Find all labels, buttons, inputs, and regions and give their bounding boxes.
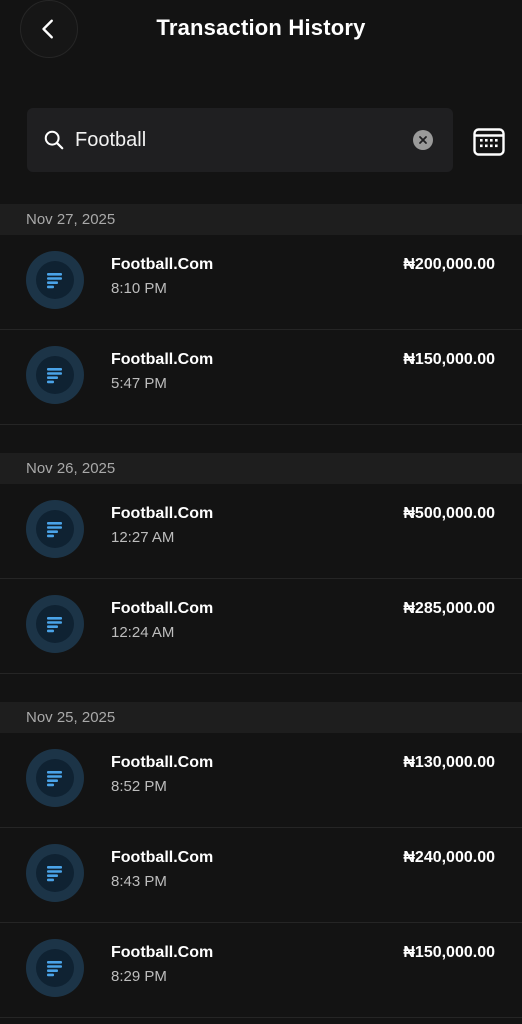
transaction-amount: ₦240,000.00 — [403, 849, 495, 866]
transaction-icon-badge — [26, 251, 84, 309]
transaction-icon-badge — [26, 844, 84, 902]
clear-search-button[interactable] — [413, 130, 433, 150]
date-header: Nov 25, 2025 — [0, 702, 522, 733]
transaction-amount: ₦200,000.00 — [403, 256, 495, 273]
transaction-row[interactable]: Football.Com 8:29 PM ₦150,000.00 — [0, 923, 522, 1018]
transaction-amount: ₦285,000.00 — [403, 600, 495, 617]
document-lines-icon — [46, 271, 64, 289]
transaction-row[interactable]: Football.Com 12:27 AM ₦500,000.00 — [0, 484, 522, 579]
transaction-name: Football.Com — [111, 849, 214, 866]
transaction-time: 8:52 PM — [111, 778, 167, 795]
date-header: Nov 26, 2025 — [0, 453, 522, 484]
search-input[interactable]: Football — [27, 108, 453, 172]
document-lines-icon — [46, 520, 64, 538]
transaction-name: Football.Com — [111, 754, 214, 771]
transaction-time: 12:24 AM — [111, 624, 175, 641]
document-lines-icon — [46, 366, 64, 384]
transaction-amount: ₦130,000.00 — [403, 754, 495, 771]
transaction-amount: ₦150,000.00 — [403, 351, 495, 368]
calendar-icon — [473, 126, 505, 156]
transaction-history-screen: Transaction History Football Nov 27, 202… — [0, 0, 522, 1024]
transaction-time: 8:29 PM — [111, 968, 167, 985]
transaction-time: 8:43 PM — [111, 873, 167, 890]
transaction-row[interactable]: Football.Com 5:47 PM ₦150,000.00 — [0, 330, 522, 425]
search-row: Football — [27, 108, 522, 172]
transaction-time: 5:47 PM — [111, 375, 167, 392]
transaction-row[interactable]: Football.Com 8:43 PM ₦240,000.00 — [0, 828, 522, 923]
document-lines-icon — [46, 769, 64, 787]
transaction-icon-badge — [26, 749, 84, 807]
transaction-name: Football.Com — [111, 256, 214, 273]
transaction-name: Football.Com — [111, 505, 214, 522]
transaction-row[interactable]: Football.Com 12:24 AM ₦285,000.00 — [0, 579, 522, 674]
transaction-row[interactable]: Football.Com 8:52 PM ₦130,000.00 — [0, 733, 522, 828]
transaction-icon-badge — [26, 346, 84, 404]
transaction-name: Football.Com — [111, 944, 214, 961]
transaction-amount: ₦500,000.00 — [403, 505, 495, 522]
transaction-icon-badge — [26, 500, 84, 558]
transaction-name: Football.Com — [111, 600, 214, 617]
date-header: Nov 27, 2025 — [0, 204, 522, 235]
transaction-name: Football.Com — [111, 351, 214, 368]
clear-icon — [418, 135, 428, 145]
transaction-amount: ₦150,000.00 — [403, 944, 495, 961]
page-title: Transaction History — [156, 15, 366, 40]
document-lines-icon — [46, 959, 64, 977]
transaction-time: 12:27 AM — [111, 529, 175, 546]
search-query[interactable]: Football — [75, 129, 146, 152]
search-icon — [43, 129, 65, 151]
document-lines-icon — [46, 615, 64, 633]
transaction-time: 8:10 PM — [111, 280, 167, 297]
document-lines-icon — [46, 864, 64, 882]
transaction-icon-badge — [26, 595, 84, 653]
transaction-row[interactable]: Football.Com 8:10 PM ₦200,000.00 — [0, 235, 522, 330]
header: Transaction History — [0, 0, 522, 70]
transaction-icon-badge — [26, 939, 84, 997]
calendar-button[interactable] — [473, 126, 505, 156]
